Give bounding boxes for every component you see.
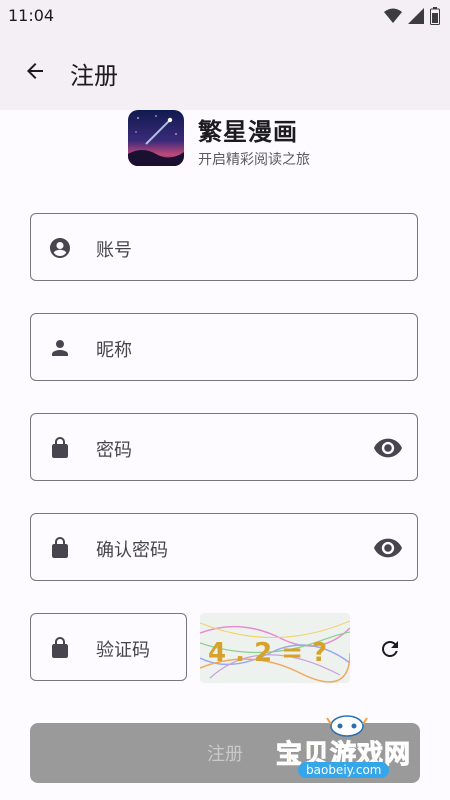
password-placeholder: 密码: [96, 440, 132, 461]
account-circle-icon: [48, 236, 72, 260]
back-button[interactable]: [20, 56, 50, 86]
lock-icon: [48, 536, 72, 560]
app-name: 繁星漫画: [198, 118, 298, 146]
captcha-field[interactable]: 验证码: [30, 613, 187, 681]
captcha-placeholder: 验证码: [96, 640, 150, 661]
app-slogan: 开启精彩阅读之旅: [198, 152, 310, 168]
confirm-visibility-toggle[interactable]: [373, 536, 403, 560]
status-icons: [384, 7, 440, 25]
confirm-password-field[interactable]: 确认密码: [30, 513, 418, 581]
page-title: 注册: [70, 62, 118, 90]
status-time: 11:04: [8, 6, 55, 25]
arrow-back-icon: [27, 63, 43, 79]
brand-header: 繁星漫画 开启精彩阅读之旅: [128, 110, 310, 169]
captcha-text: 4 . 2 = ?: [208, 638, 327, 668]
person-icon: [48, 336, 72, 360]
eye-icon: [374, 538, 402, 558]
app-logo: [128, 110, 184, 166]
nickname-placeholder: 昵称: [96, 340, 132, 361]
brand-text: 繁星漫画 开启精彩阅读之旅: [198, 110, 310, 169]
watermark: 宝贝游戏网 baobeiy.com: [275, 712, 426, 790]
app-bar: 注册: [0, 32, 450, 110]
account-placeholder: 账号: [96, 240, 132, 261]
refresh-captcha-button[interactable]: [376, 635, 404, 663]
captcha-image[interactable]: 4 . 2 = ?: [200, 613, 350, 683]
password-visibility-toggle[interactable]: [373, 436, 403, 460]
eye-icon: [374, 438, 402, 458]
account-field[interactable]: 账号: [30, 213, 418, 281]
wifi-icon: [384, 8, 402, 23]
register-button-label: 注册: [207, 744, 243, 765]
cellular-icon: [408, 8, 424, 24]
confirm-password-placeholder: 确认密码: [96, 540, 168, 561]
password-field[interactable]: 密码: [30, 413, 418, 481]
nickname-field[interactable]: 昵称: [30, 313, 418, 381]
lock-icon: [48, 636, 72, 660]
watermark-url: baobeiy.com: [298, 762, 390, 778]
refresh-icon: [382, 641, 398, 657]
status-bar: 11:04: [0, 0, 450, 32]
battery-icon: [430, 7, 440, 25]
lock-icon: [48, 436, 72, 460]
